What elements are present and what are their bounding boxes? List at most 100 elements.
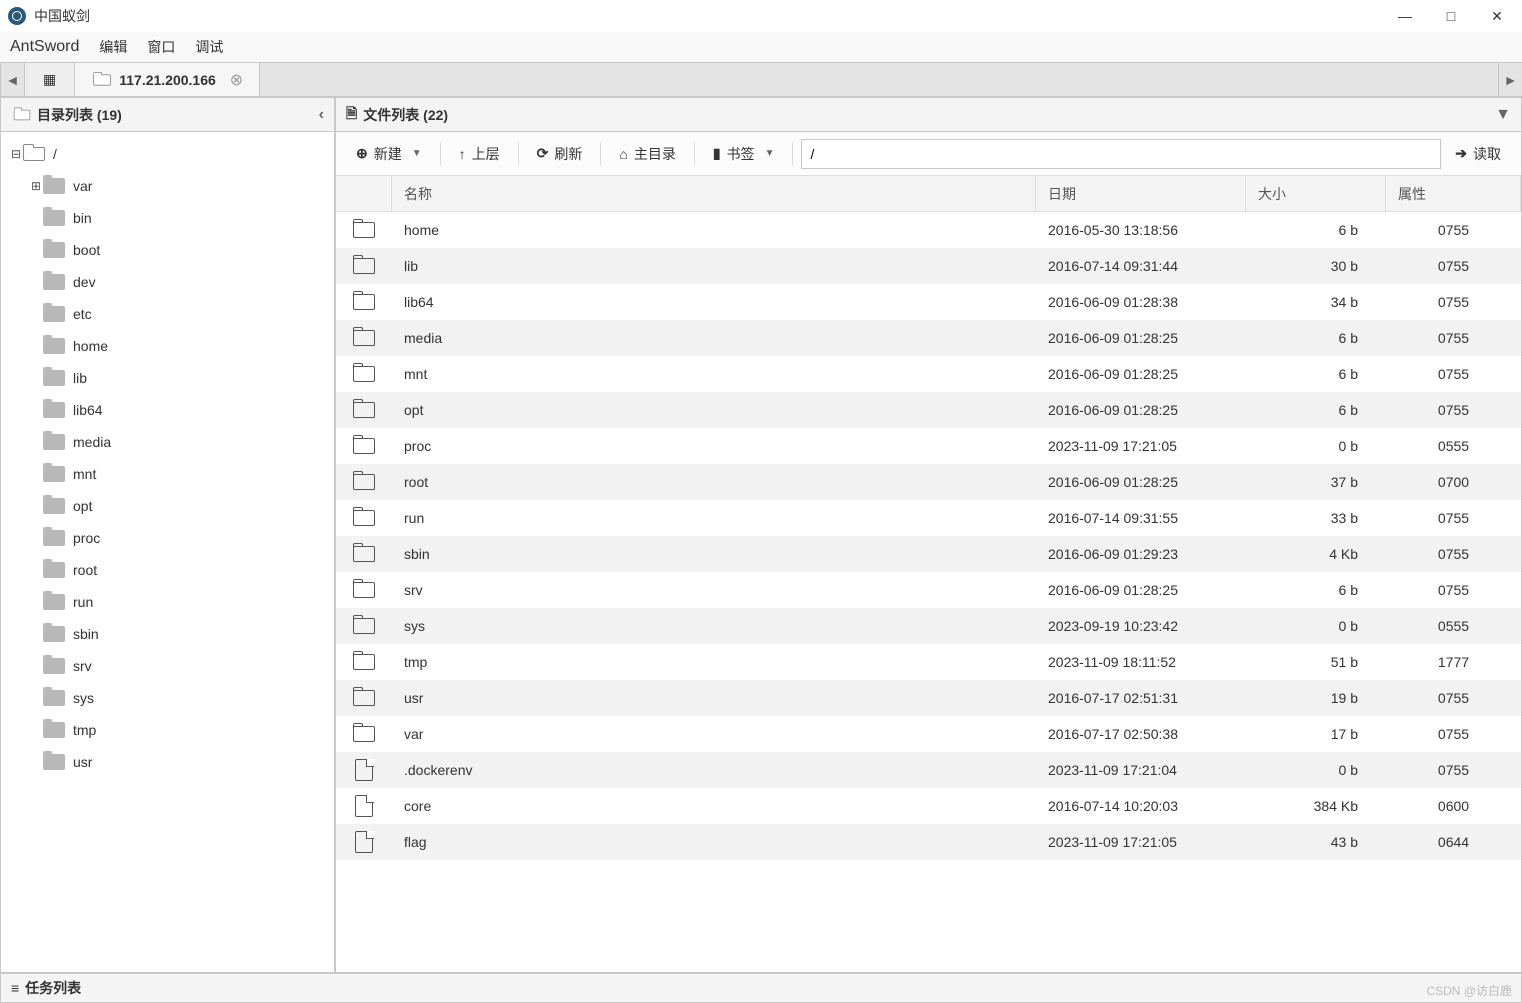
- file-row[interactable]: srv2016-06-09 01:28:256 b0755: [336, 572, 1521, 608]
- file-row[interactable]: core2016-07-14 10:20:03384 Kb0600: [336, 788, 1521, 824]
- file-row[interactable]: root2016-06-09 01:28:2537 b0700: [336, 464, 1521, 500]
- tree-item[interactable]: home: [1, 330, 334, 362]
- file-attr: 0755: [1386, 762, 1521, 778]
- file-date: 2016-06-09 01:28:25: [1036, 402, 1246, 418]
- tree-item[interactable]: etc: [1, 298, 334, 330]
- arrow-up-icon: ↑: [459, 146, 466, 162]
- tab-scroll-right[interactable]: ►: [1498, 63, 1522, 96]
- sidebar-collapse-button[interactable]: ‹: [319, 106, 324, 124]
- menu-debug[interactable]: 调试: [195, 37, 223, 57]
- read-button[interactable]: ➔ 读取: [1445, 138, 1511, 170]
- file-row[interactable]: mnt2016-06-09 01:28:256 b0755: [336, 356, 1521, 392]
- file-date: 2016-06-09 01:29:23: [1036, 546, 1246, 562]
- file-size: 6 b: [1246, 366, 1386, 382]
- file-row[interactable]: sbin2016-06-09 01:29:234 Kb0755: [336, 536, 1521, 572]
- file-list[interactable]: home2016-05-30 13:18:566 b0755lib2016-07…: [336, 212, 1521, 972]
- caret-down-icon: ▼: [412, 148, 422, 159]
- tree-item[interactable]: sys: [1, 682, 334, 714]
- tree-item[interactable]: opt: [1, 490, 334, 522]
- file-row[interactable]: var2016-07-17 02:50:3817 b0755: [336, 716, 1521, 752]
- file-attr: 0755: [1386, 546, 1521, 562]
- file-attr: 0755: [1386, 330, 1521, 346]
- expander-icon[interactable]: ⊞: [29, 179, 43, 193]
- file-size: 30 b: [1246, 258, 1386, 274]
- tree-root[interactable]: ⊟/: [1, 138, 334, 170]
- file-date: 2023-11-09 17:21:04: [1036, 762, 1246, 778]
- tree-item[interactable]: root: [1, 554, 334, 586]
- tree-item[interactable]: mnt: [1, 458, 334, 490]
- file-name: lib: [392, 258, 1036, 274]
- tabstrip: ◄ ▦ 117.21.200.166 ⊗ ►: [0, 62, 1522, 97]
- file-row[interactable]: usr2016-07-17 02:51:3119 b0755: [336, 680, 1521, 716]
- grid-icon: ▦: [43, 71, 56, 88]
- file-size: 4 Kb: [1246, 546, 1386, 562]
- folder-icon: [353, 222, 375, 238]
- tree-item[interactable]: bin: [1, 202, 334, 234]
- tree-item[interactable]: usr: [1, 746, 334, 778]
- file-row[interactable]: .dockerenv2023-11-09 17:21:040 b0755: [336, 752, 1521, 788]
- tab-close-button[interactable]: ⊗: [230, 70, 243, 90]
- column-size[interactable]: 大小: [1246, 176, 1386, 211]
- file-name: media: [392, 330, 1036, 346]
- main-collapse-button[interactable]: ▼: [1495, 106, 1511, 124]
- directory-tree[interactable]: ⊟/⊞varbinbootdevetchomeliblib64mediamnto…: [1, 132, 334, 972]
- tree-item[interactable]: run: [1, 586, 334, 618]
- file-size: 6 b: [1246, 330, 1386, 346]
- column-icon[interactable]: [336, 176, 392, 211]
- new-button[interactable]: ⊕ 新建 ▼: [346, 138, 432, 170]
- refresh-button[interactable]: ⟳ 刷新: [527, 138, 593, 170]
- file-row[interactable]: flag2023-11-09 17:21:0543 b0644: [336, 824, 1521, 860]
- tab-dashboard[interactable]: ▦: [24, 63, 75, 96]
- tree-item[interactable]: lib64: [1, 394, 334, 426]
- folder-icon: [353, 546, 375, 562]
- refresh-icon: ⟳: [537, 145, 549, 162]
- task-panel[interactable]: ≡ 任务列表: [0, 973, 1522, 1003]
- file-row[interactable]: lib2016-07-14 09:31:4430 b0755: [336, 248, 1521, 284]
- tree-item[interactable]: boot: [1, 234, 334, 266]
- file-icon: [355, 759, 373, 781]
- folder-open-icon: [23, 147, 45, 161]
- home-button[interactable]: ⌂ 主目录: [609, 138, 685, 170]
- file-name: sbin: [392, 546, 1036, 562]
- brand-label[interactable]: AntSword: [10, 38, 79, 56]
- folder-icon: [43, 754, 65, 770]
- tree-item[interactable]: lib: [1, 362, 334, 394]
- tab-scroll-left[interactable]: ◄: [0, 63, 24, 96]
- file-row[interactable]: proc2023-11-09 17:21:050 b0555: [336, 428, 1521, 464]
- folder-icon: [43, 178, 65, 194]
- file-size: 33 b: [1246, 510, 1386, 526]
- file-row[interactable]: media2016-06-09 01:28:256 b0755: [336, 320, 1521, 356]
- file-size: 19 b: [1246, 690, 1386, 706]
- folder-icon: [43, 274, 65, 290]
- file-row[interactable]: sys2023-09-19 10:23:420 b0555: [336, 608, 1521, 644]
- window-maximize-button[interactable]: □: [1442, 8, 1460, 25]
- folder-icon: [43, 306, 65, 322]
- window-close-button[interactable]: ✕: [1488, 8, 1506, 25]
- path-input[interactable]: [801, 139, 1441, 169]
- tree-item[interactable]: sbin: [1, 618, 334, 650]
- up-button[interactable]: ↑ 上层: [449, 138, 510, 170]
- file-name: .dockerenv: [392, 762, 1036, 778]
- tree-item[interactable]: proc: [1, 522, 334, 554]
- tree-item[interactable]: media: [1, 426, 334, 458]
- menu-window[interactable]: 窗口: [147, 37, 175, 57]
- sidebar-header: 目录列表 (19) ‹: [1, 98, 334, 132]
- file-row[interactable]: run2016-07-14 09:31:5533 b0755: [336, 500, 1521, 536]
- window-minimize-button[interactable]: —: [1396, 8, 1414, 25]
- tree-item[interactable]: dev: [1, 266, 334, 298]
- file-row[interactable]: opt2016-06-09 01:28:256 b0755: [336, 392, 1521, 428]
- bookmark-button[interactable]: ▮ 书签 ▼: [703, 138, 785, 170]
- folder-icon: [353, 618, 375, 634]
- file-row[interactable]: home2016-05-30 13:18:566 b0755: [336, 212, 1521, 248]
- tree-item[interactable]: tmp: [1, 714, 334, 746]
- menu-edit[interactable]: 编辑: [99, 37, 127, 57]
- tree-item[interactable]: ⊞var: [1, 170, 334, 202]
- column-name[interactable]: 名称: [392, 176, 1036, 211]
- column-attr[interactable]: 属性: [1386, 176, 1521, 211]
- tree-item[interactable]: srv: [1, 650, 334, 682]
- tab-host[interactable]: 117.21.200.166 ⊗: [75, 63, 260, 96]
- expander-icon[interactable]: ⊟: [9, 147, 23, 161]
- file-row[interactable]: tmp2023-11-09 18:11:5251 b1777: [336, 644, 1521, 680]
- file-row[interactable]: lib642016-06-09 01:28:3834 b0755: [336, 284, 1521, 320]
- column-date[interactable]: 日期: [1036, 176, 1246, 211]
